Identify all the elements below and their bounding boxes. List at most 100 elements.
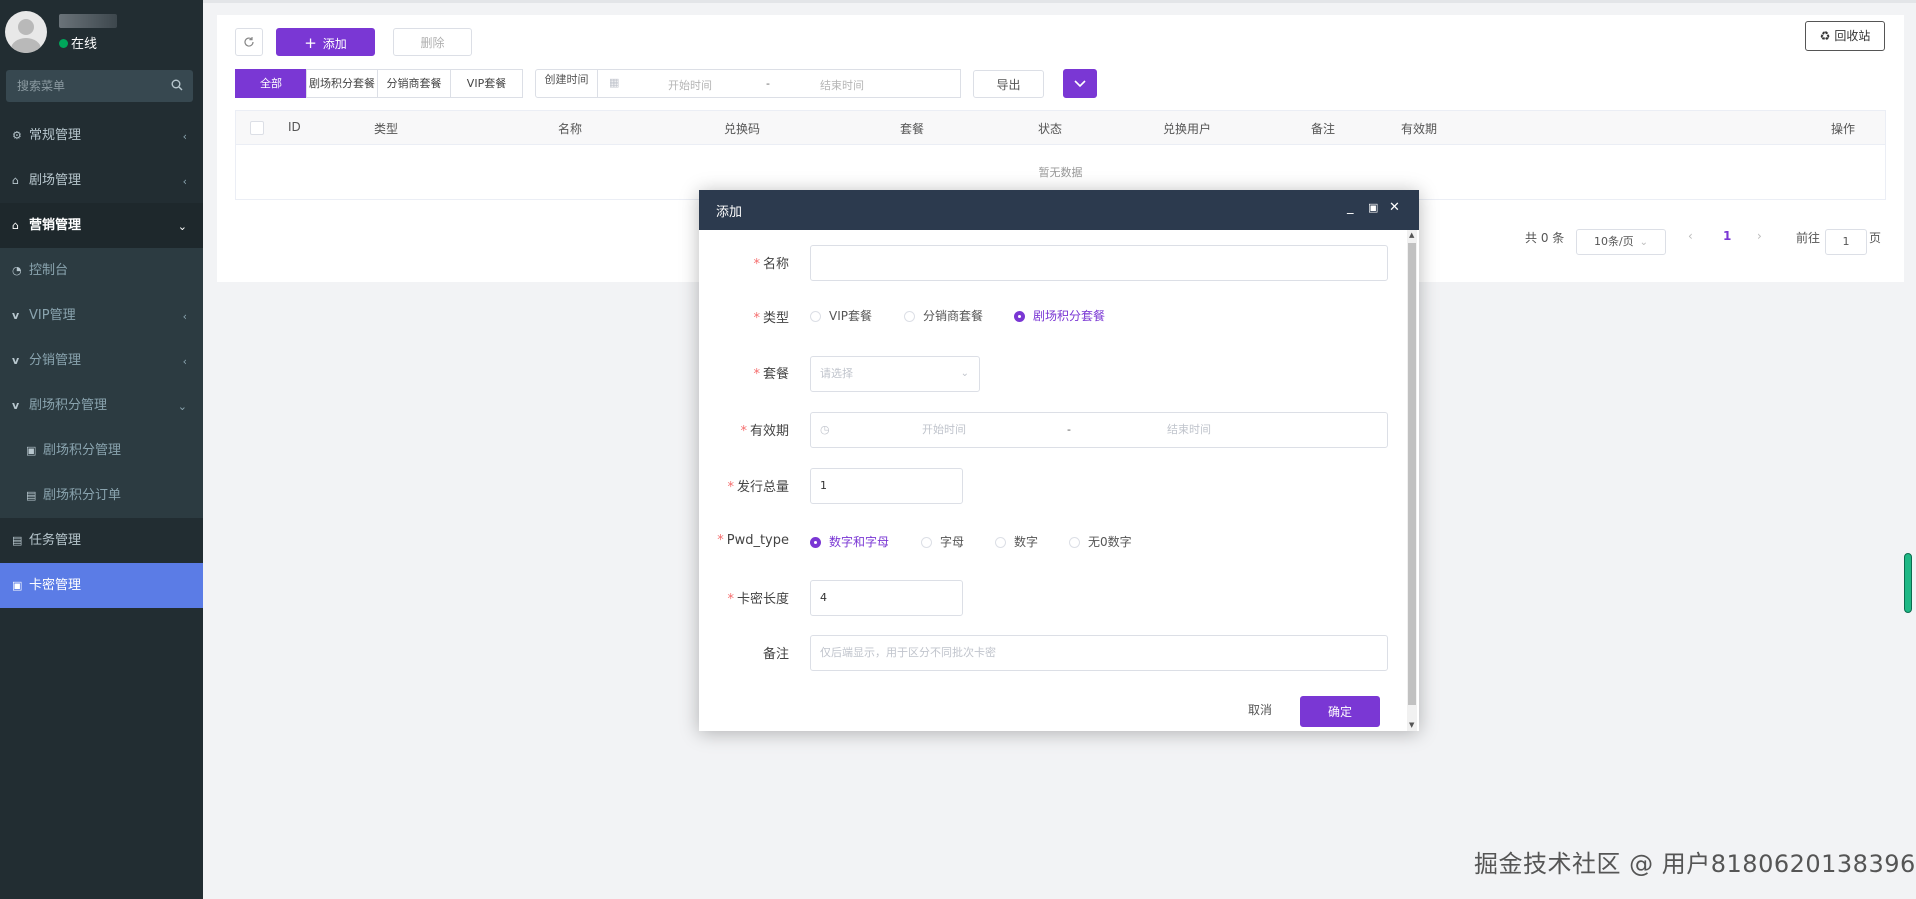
field-card-length-label: * 卡密长度: [727, 592, 789, 607]
package-select[interactable]: 请选择 ⌄: [810, 356, 980, 392]
pwd-type-radio-alpha[interactable]: 字母: [921, 533, 964, 550]
more-dropdown-button[interactable]: [1063, 69, 1097, 98]
remark-input[interactable]: 仅后端显示，用于区分不同批次卡密: [810, 635, 1388, 671]
sidebar-item-card-keys[interactable]: ▣ 卡密管理: [0, 563, 203, 608]
current-page[interactable]: 1: [1723, 229, 1731, 243]
pwd-type-radio-digit-no-zero[interactable]: 无0数字: [1069, 533, 1132, 550]
dialog-title: 添加: [716, 205, 743, 220]
column-header-remark[interactable]: 备注: [1311, 120, 1335, 137]
recycle-bin-button[interactable]: ♻ 回收站: [1805, 21, 1885, 51]
scroll-down-arrow[interactable]: ▼: [1409, 721, 1414, 729]
confirm-button[interactable]: 确定: [1300, 696, 1380, 727]
search-icon[interactable]: [171, 79, 183, 91]
next-page-button[interactable]: ›: [1757, 229, 1762, 243]
sidebar-item-theater-points[interactable]: v 剧场积分管理 ⌄: [0, 383, 203, 428]
scrollbar-thumb[interactable]: [1408, 243, 1416, 705]
plus-icon: +: [304, 34, 317, 52]
delete-button[interactable]: 删除: [393, 28, 472, 56]
chevron-down-icon: ⌄: [960, 368, 969, 379]
sidebar-item-vip[interactable]: v VIP管理 ‹: [0, 293, 203, 338]
column-header-code[interactable]: 兑换码: [724, 120, 760, 137]
refresh-button[interactable]: [235, 28, 263, 56]
filter-tab-all[interactable]: 全部: [235, 69, 307, 98]
created-time-range[interactable]: ▦ 开始时间 - 结束时间: [597, 69, 961, 98]
page-size-select[interactable]: 10条/页 ⌄: [1576, 229, 1666, 255]
remark-placeholder: 仅后端显示，用于区分不同批次卡密: [820, 646, 996, 659]
validity-end-placeholder[interactable]: 结束时间: [1167, 413, 1211, 447]
column-header-status[interactable]: 状态: [1038, 120, 1062, 137]
chevron-down-icon: [1074, 80, 1086, 88]
vimeo-icon: v: [12, 399, 20, 412]
start-time-placeholder[interactable]: 开始时间: [668, 77, 712, 93]
add-button[interactable]: + 添加: [276, 28, 375, 56]
pwd-type-radio-digit[interactable]: 数字: [995, 533, 1038, 550]
cancel-button[interactable]: 取消: [1248, 701, 1272, 718]
status-dot-icon: [59, 39, 68, 48]
minimize-icon[interactable]: _: [1347, 200, 1354, 215]
table-header: ID 类型 名称 兑换码 套餐 状态 兑换用户 备注 有效期 操作: [235, 110, 1886, 145]
filter-tab-label: 全部: [260, 77, 282, 90]
column-header-id[interactable]: ID: [288, 120, 301, 134]
card-length-input[interactable]: 4: [810, 580, 963, 616]
maximize-icon[interactable]: ▣: [1368, 201, 1378, 214]
sidebar-item-distribution[interactable]: v 分销管理 ‹: [0, 338, 203, 383]
prev-page-button[interactable]: ‹: [1688, 229, 1693, 243]
home-icon: ⌂: [12, 219, 19, 232]
chevron-left-icon: ‹: [182, 130, 187, 143]
chevron-down-icon: ⌄: [1639, 237, 1649, 248]
sidebar-item-tasks[interactable]: ▤ 任务管理: [0, 518, 203, 563]
field-package-label: * 套餐: [753, 367, 789, 382]
recycle-icon: ♻: [1819, 29, 1831, 43]
dialog-scrollbar[interactable]: ▲ ▼: [1407, 230, 1417, 731]
validity-start-placeholder[interactable]: 开始时间: [922, 413, 966, 447]
sidebar-item-label: 分销管理: [29, 353, 82, 368]
export-button[interactable]: 导出: [973, 70, 1044, 98]
menu-search-input[interactable]: [6, 70, 167, 102]
filter-tab-label: VIP套餐: [466, 77, 507, 90]
user-panel: 在线: [0, 0, 203, 62]
filter-tab-points-package[interactable]: 剧场积分套餐: [306, 69, 378, 98]
type-radio-theater-points[interactable]: 剧场积分套餐: [1014, 307, 1105, 324]
filter-tab-distributor-package[interactable]: 分销商套餐: [377, 69, 451, 98]
pwd-type-radio-alnum[interactable]: 数字和字母: [810, 533, 889, 550]
select-all-checkbox[interactable]: [250, 121, 264, 135]
column-header-name[interactable]: 名称: [558, 120, 582, 137]
type-radio-distributor[interactable]: 分销商套餐: [904, 307, 983, 324]
refresh-icon: [244, 37, 254, 47]
vimeo-icon: v: [12, 354, 20, 367]
sidebar-item-theater-points-orders[interactable]: ▤ 剧场积分订单: [0, 473, 203, 518]
field-type-label: * 类型: [753, 311, 789, 326]
avatar[interactable]: [5, 11, 47, 53]
chevron-left-icon: ‹: [182, 175, 187, 188]
money-icon: ▣: [12, 579, 23, 592]
goto-page-input[interactable]: 1: [1825, 229, 1867, 255]
issue-total-input[interactable]: 1: [810, 468, 963, 504]
delete-button-label: 删除: [420, 36, 445, 50]
watermark-text: 掘金技术社区 @ 用户8180620138396: [1474, 850, 1916, 878]
sidebar-item-dashboard[interactable]: ◔ 控制台: [0, 248, 203, 293]
name-input[interactable]: [810, 245, 1388, 281]
vimeo-square-icon: ▣: [26, 444, 37, 457]
end-time-placeholder[interactable]: 结束时间: [820, 77, 864, 93]
sidebar-item-theater[interactable]: ⌂ 剧场管理 ‹: [0, 158, 203, 203]
filter-tab-vip-package[interactable]: VIP套餐: [450, 69, 523, 98]
column-header-type[interactable]: 类型: [374, 120, 398, 137]
export-button-label: 导出: [996, 78, 1021, 92]
package-placeholder: 请选择: [820, 367, 853, 380]
home-icon: ⌂: [12, 174, 19, 187]
type-radio-vip[interactable]: VIP套餐: [810, 307, 872, 324]
column-header-package[interactable]: 套餐: [900, 120, 924, 137]
column-header-user[interactable]: 兑换用户: [1163, 120, 1211, 137]
scroll-up-arrow[interactable]: ▲: [1409, 231, 1414, 239]
add-dialog: 添加 _ ▣ ✕ * 名称 * 类型 VIP套餐 分销商套餐 剧场积分套餐 * 套餐 …: [699, 190, 1419, 731]
column-header-validity[interactable]: 有效期: [1401, 120, 1437, 137]
sidebar-item-general[interactable]: ⚙ 常规管理 ‹: [0, 113, 203, 158]
field-validity-label: * 有效期: [740, 424, 789, 439]
file-icon: ▤: [26, 489, 37, 502]
close-icon[interactable]: ✕: [1389, 200, 1400, 215]
validity-range[interactable]: ◷ 开始时间 - 结束时间: [810, 412, 1388, 448]
sidebar-item-marketing[interactable]: ⌂ 营销管理 ⌄: [0, 203, 203, 248]
side-drag-handle[interactable]: [1904, 553, 1912, 613]
sidebar-item-theater-points-manage[interactable]: ▣ 剧场积分管理: [0, 428, 203, 473]
issue-total-value: 1: [820, 479, 827, 492]
